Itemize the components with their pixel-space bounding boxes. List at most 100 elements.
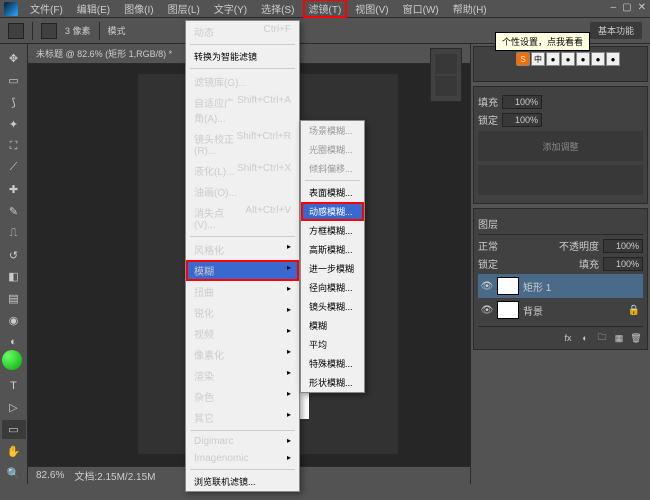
- blur-tilt-shift[interactable]: 倾斜偏移...: [301, 159, 364, 178]
- menu-window[interactable]: 窗口(W): [397, 0, 445, 18]
- filter-imagenomic[interactable]: Imagenomic: [186, 450, 299, 467]
- filter-render[interactable]: 渲染: [186, 365, 299, 386]
- filter-convert-smart[interactable]: 转换为智能滤镜: [186, 47, 299, 66]
- eraser-tool[interactable]: ◧: [2, 267, 26, 287]
- wand-tool[interactable]: ✦: [2, 114, 26, 134]
- minimize-icon[interactable]: –: [611, 2, 617, 13]
- blur-box[interactable]: 方框模糊...: [301, 221, 364, 240]
- blur-motion[interactable]: 动感模糊...: [301, 202, 364, 221]
- filter-stylize[interactable]: 风格化: [186, 239, 299, 260]
- new-layer-icon[interactable]: ▦: [612, 331, 626, 345]
- history-brush-tool[interactable]: ↺: [2, 245, 26, 265]
- blur-field[interactable]: 场景模糊...: [301, 121, 364, 140]
- blur-smart[interactable]: 特殊模糊...: [301, 354, 364, 373]
- filter-noise[interactable]: 杂色: [186, 386, 299, 407]
- layer-row[interactable]: 👁 矩形 1: [478, 274, 643, 298]
- filter-lens-correction[interactable]: 镜头校正(R)...Shift+Ctrl+R: [186, 128, 299, 160]
- adjustment-slot[interactable]: 添加调整: [478, 131, 643, 161]
- type-tool[interactable]: T: [2, 376, 26, 396]
- menu-type[interactable]: 文字(Y): [208, 0, 253, 18]
- mask-icon[interactable]: ◐: [578, 331, 592, 345]
- filter-sharpen[interactable]: 锐化: [186, 302, 299, 323]
- filter-digimarc[interactable]: Digimarc: [186, 433, 299, 450]
- filter-browse-online[interactable]: 浏览联机滤镜...: [186, 472, 299, 491]
- external-overlay-icon[interactable]: [2, 350, 22, 370]
- maximize-icon[interactable]: ▢: [622, 2, 631, 13]
- heal-tool[interactable]: ✚: [2, 180, 26, 200]
- menu-image[interactable]: 图像(I): [118, 0, 159, 18]
- filter-liquify[interactable]: 液化(L)...Shift+Ctrl+X: [186, 160, 299, 181]
- filter-other[interactable]: 其它: [186, 407, 299, 428]
- gradient-tool[interactable]: ▤: [2, 289, 26, 309]
- close-icon[interactable]: ✕: [638, 2, 646, 13]
- blur-lens[interactable]: 镜头模糊...: [301, 297, 364, 316]
- ime-btn[interactable]: ●: [576, 52, 590, 66]
- blur-iris[interactable]: 光圈模糊...: [301, 140, 364, 159]
- zoom-tool[interactable]: 🔍: [2, 463, 26, 483]
- ime-btn[interactable]: ●: [561, 52, 575, 66]
- blur-surface[interactable]: 表面模糊...: [301, 183, 364, 202]
- filter-pixelate[interactable]: 像素化: [186, 344, 299, 365]
- filter-vanishing-point[interactable]: 消失点(V)...Alt+Ctrl+V: [186, 202, 299, 234]
- ime-logo-icon[interactable]: S: [516, 52, 530, 66]
- menu-view[interactable]: 视图(V): [349, 0, 394, 18]
- ime-btn[interactable]: ●: [546, 52, 560, 66]
- opacity-input[interactable]: [603, 239, 643, 253]
- path-tool[interactable]: ▷: [2, 398, 26, 418]
- zoom-level[interactable]: 82.6%: [36, 470, 64, 481]
- blur-gaussian[interactable]: 高斯模糊...: [301, 240, 364, 259]
- blend-mode[interactable]: 正常: [478, 238, 498, 253]
- layer-thumb[interactable]: [497, 277, 519, 295]
- ime-toolbar[interactable]: S 中 ● ● ● ● ●: [516, 52, 620, 66]
- fill-input-2[interactable]: [603, 257, 643, 271]
- tool-preset-icon[interactable]: [8, 23, 24, 39]
- menu-filter[interactable]: 滤镜(T): [303, 0, 348, 18]
- filter-video[interactable]: 视频: [186, 323, 299, 344]
- blur-blur[interactable]: 模糊: [301, 316, 364, 335]
- folder-icon[interactable]: 🗀: [595, 331, 609, 345]
- trash-icon[interactable]: 🗑: [629, 331, 643, 345]
- menu-select[interactable]: 选择(S): [255, 0, 300, 18]
- layer-row[interactable]: 👁 背景 🔒: [478, 298, 643, 322]
- filter-adaptive-wide[interactable]: 自适应广角(A)...Shift+Ctrl+A: [186, 92, 299, 128]
- workspace-switcher[interactable]: 基本功能: [590, 22, 642, 39]
- menu-file[interactable]: 文件(F): [24, 0, 69, 18]
- lasso-tool[interactable]: ⟆: [2, 93, 26, 113]
- move-tool[interactable]: ✥: [2, 49, 26, 69]
- blur-radial[interactable]: 径向模糊...: [301, 278, 364, 297]
- blur-more[interactable]: 进一步模糊: [301, 259, 364, 278]
- ime-btn[interactable]: ●: [606, 52, 620, 66]
- lock-input[interactable]: [502, 113, 542, 127]
- filter-gallery[interactable]: 滤镜库(G)...: [186, 71, 299, 92]
- menu-edit[interactable]: 编辑(E): [71, 0, 116, 18]
- visibility-icon[interactable]: 👁: [481, 280, 493, 292]
- properties-panel-icon[interactable]: [435, 76, 457, 96]
- stamp-tool[interactable]: ⎍: [2, 223, 26, 243]
- brush-preview-icon[interactable]: [41, 23, 57, 39]
- layers-tab[interactable]: 图层: [478, 216, 498, 231]
- filter-oil-paint[interactable]: 油画(O)...: [186, 181, 299, 202]
- history-panel-icon[interactable]: [435, 54, 457, 74]
- filter-distort[interactable]: 扭曲: [186, 281, 299, 302]
- shape-tool[interactable]: ▭: [2, 420, 26, 440]
- marquee-tool[interactable]: ▭: [2, 71, 26, 91]
- layer-thumb[interactable]: [497, 301, 519, 319]
- visibility-icon[interactable]: 👁: [481, 304, 493, 316]
- menu-help[interactable]: 帮助(H): [447, 0, 493, 18]
- ime-lang[interactable]: 中: [531, 52, 545, 66]
- layer-name[interactable]: 背景: [523, 303, 543, 318]
- layer-name[interactable]: 矩形 1: [523, 279, 551, 294]
- filter-blur[interactable]: 模糊: [186, 260, 299, 281]
- ime-btn[interactable]: ●: [591, 52, 605, 66]
- brush-tool[interactable]: ✎: [2, 202, 26, 222]
- menu-layer[interactable]: 图层(L): [162, 0, 206, 18]
- eyedropper-tool[interactable]: ⟋: [2, 158, 26, 178]
- fx-icon[interactable]: fx: [561, 331, 575, 345]
- adjustment-slot-2[interactable]: [478, 165, 643, 195]
- blur-tool[interactable]: ◉: [2, 311, 26, 331]
- blur-shape[interactable]: 形状模糊...: [301, 373, 364, 392]
- crop-tool[interactable]: ⛶: [2, 136, 26, 156]
- fill-input[interactable]: [502, 95, 542, 109]
- hand-tool[interactable]: ✋: [2, 441, 26, 461]
- blur-average[interactable]: 平均: [301, 335, 364, 354]
